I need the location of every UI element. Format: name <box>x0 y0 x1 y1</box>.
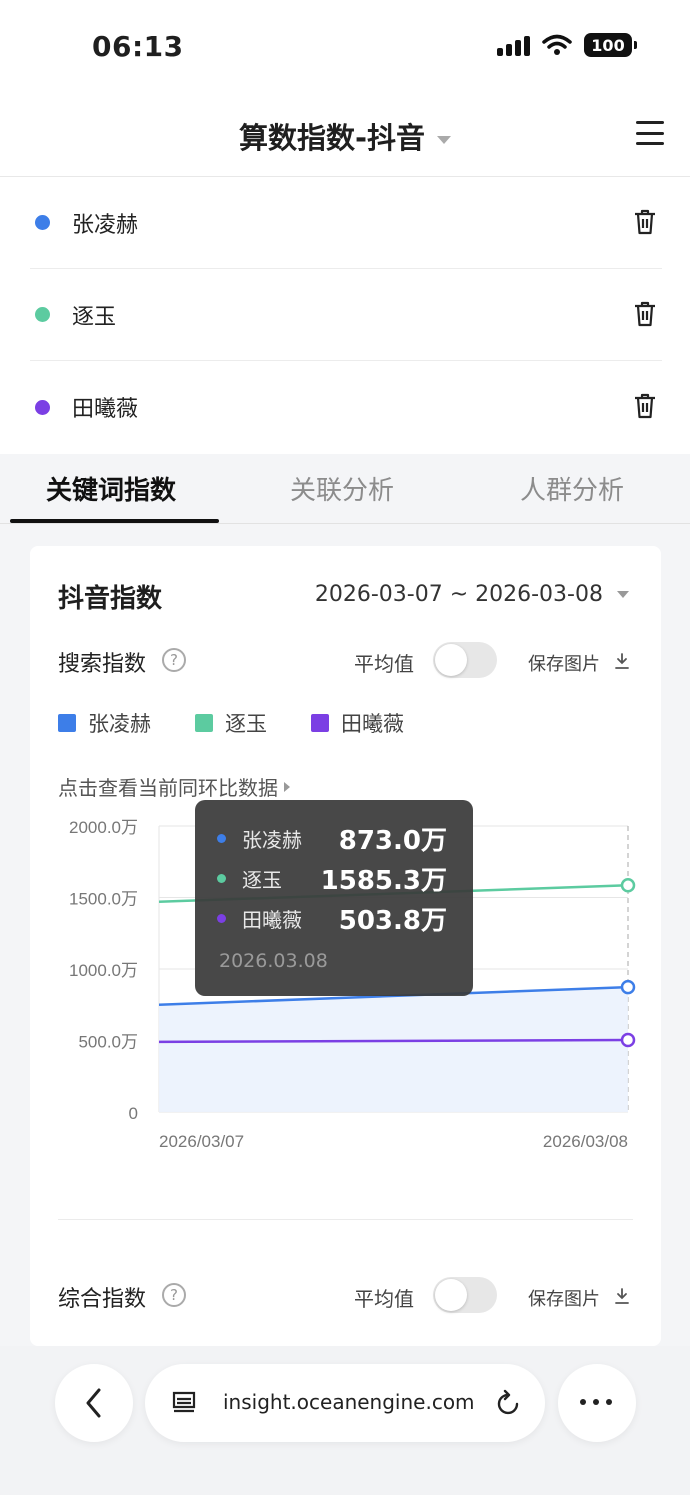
y-tick-label: 0 <box>129 1104 138 1123</box>
trash-icon[interactable] <box>634 209 656 235</box>
average-label: 平均值 <box>354 652 414 676</box>
average-toggle[interactable] <box>433 1277 497 1313</box>
tab-bar: 关键词指数 关联分析 人群分析 <box>0 454 690 524</box>
y-tick-label: 1000.0万 <box>69 961 138 980</box>
tooltip-date: 2026.03.08 <box>219 950 328 972</box>
status-time: 06:13 <box>92 30 184 63</box>
y-tick-label: 1500.0万 <box>69 890 138 909</box>
legend-item[interactable]: 张凌赫 <box>58 708 151 738</box>
list-item: 逐玉 <box>30 269 662 361</box>
help-icon[interactable]: ? <box>162 1283 186 1307</box>
composite-index-title: 综合指数 <box>58 1287 147 1312</box>
search-index-title: 搜索指数 <box>58 652 147 677</box>
caret-down-icon <box>437 136 452 144</box>
more-dots-icon <box>580 1399 612 1405</box>
nav-bar: 算数指数-抖音 <box>0 95 690 177</box>
menu-icon[interactable] <box>636 121 664 145</box>
url-text: insight.oceanengine.com <box>223 1390 475 1414</box>
average-label: 平均值 <box>354 1287 414 1311</box>
list-item: 田曦薇 <box>30 361 662 453</box>
page-title-dropdown[interactable]: 算数指数-抖音 <box>0 115 690 157</box>
compare-data-link[interactable]: 点击查看当前同环比数据 <box>58 772 290 801</box>
x-tick-label: 2026/03/08 <box>543 1132 628 1151</box>
legend-label: 张凌赫 <box>88 712 151 736</box>
legend-item[interactable]: 田曦薇 <box>311 708 404 738</box>
save-image-button[interactable]: 保存图片 <box>528 650 600 676</box>
trash-icon[interactable] <box>634 393 656 419</box>
search-index-header: 搜索指数 ? 平均值 保存图片 <box>58 642 633 682</box>
chart-tooltip: 张凌赫 873.0万 逐玉 1585.3万 田曦薇 503.8万 2026.03… <box>195 800 473 996</box>
data-point <box>620 878 636 893</box>
keyword-compare-list: 张凌赫 逐玉 田曦薇 <box>0 177 690 454</box>
download-icon[interactable] <box>614 652 630 670</box>
address-bar[interactable]: insight.oceanengine.com <box>145 1364 545 1442</box>
chart-legend: 张凌赫 逐玉 田曦薇 <box>58 708 448 738</box>
legend-label: 逐玉 <box>225 712 267 736</box>
help-icon[interactable]: ? <box>162 648 186 672</box>
browser-toolbar: insight.oceanengine.com <box>0 1346 690 1495</box>
date-range-picker[interactable]: 2026-03-07 ~ 2026-03-08 <box>315 582 629 607</box>
legend-swatch <box>311 714 329 732</box>
tab-audience-analysis[interactable]: 人群分析 <box>520 470 624 507</box>
caret-down-icon <box>617 591 629 598</box>
compare-link-text: 点击查看当前同环比数据 <box>58 776 278 800</box>
data-point <box>620 1032 636 1048</box>
wifi-icon <box>542 34 572 55</box>
legend-swatch <box>58 714 76 732</box>
list-item: 张凌赫 <box>30 177 662 269</box>
save-image-button[interactable]: 保存图片 <box>528 1285 600 1311</box>
status-icons: 100 <box>497 33 637 57</box>
active-tab-indicator <box>10 519 219 523</box>
x-tick-label: 2026/03/07 <box>159 1132 244 1151</box>
tooltip-row: 逐玉 1585.3万 <box>217 860 447 896</box>
cellular-signal-icon <box>497 34 530 56</box>
tooltip-dot <box>217 913 226 923</box>
keyword-name: 逐玉 <box>72 304 117 330</box>
tooltip-value: 503.8万 <box>338 905 447 936</box>
average-toggle[interactable] <box>433 642 497 678</box>
legend-item[interactable]: 逐玉 <box>195 708 267 738</box>
series-dot <box>35 307 50 322</box>
tooltip-dot <box>217 873 226 883</box>
tab-keyword-index[interactable]: 关键词指数 <box>46 470 176 507</box>
status-bar: 06:13 100 <box>0 0 690 95</box>
composite-index-header: 综合指数 ? 平均值 保存图片 <box>58 1277 633 1317</box>
card-title: 抖音指数 <box>58 584 163 614</box>
tooltip-series-name: 田曦薇 <box>242 907 302 932</box>
legend-swatch <box>195 714 213 732</box>
tooltip-value: 873.0万 <box>338 825 447 856</box>
y-tick-label: 500.0万 <box>78 1033 138 1052</box>
download-icon[interactable] <box>614 1287 630 1305</box>
data-point <box>620 979 636 995</box>
trash-icon[interactable] <box>634 301 656 327</box>
series-dot <box>35 399 50 415</box>
tooltip-value: 1585.3万 <box>320 865 447 896</box>
more-button[interactable] <box>558 1364 636 1442</box>
legend-label: 田曦薇 <box>341 712 404 736</box>
back-button[interactable] <box>55 1364 133 1442</box>
tooltip-series-name: 逐玉 <box>242 867 282 892</box>
battery-icon: 100 <box>584 33 637 57</box>
section-divider <box>58 1219 633 1220</box>
chevron-left-icon <box>86 1388 101 1418</box>
tooltip-row: 田曦薇 503.8万 <box>217 900 447 936</box>
series-dot <box>35 215 50 230</box>
tab-related-analysis[interactable]: 关联分析 <box>290 470 394 507</box>
date-range-text: 2026-03-07 ~ 2026-03-08 <box>314 582 603 607</box>
series-area <box>159 987 628 1112</box>
reader-icon[interactable] <box>171 1390 197 1416</box>
reload-icon[interactable] <box>495 1388 523 1418</box>
keyword-name: 田曦薇 <box>72 397 139 422</box>
douyin-index-card: 抖音指数 2026-03-07 ~ 2026-03-08 搜索指数 ? 平均值 … <box>30 546 661 1346</box>
page-title: 算数指数-抖音 <box>238 121 426 155</box>
chevron-right-icon <box>284 781 290 792</box>
tooltip-row: 张凌赫 873.0万 <box>217 820 447 856</box>
tooltip-series-name: 张凌赫 <box>242 827 302 852</box>
y-tick-label: 2000.0万 <box>69 818 138 837</box>
keyword-name: 张凌赫 <box>72 212 139 238</box>
tooltip-dot <box>217 833 226 843</box>
